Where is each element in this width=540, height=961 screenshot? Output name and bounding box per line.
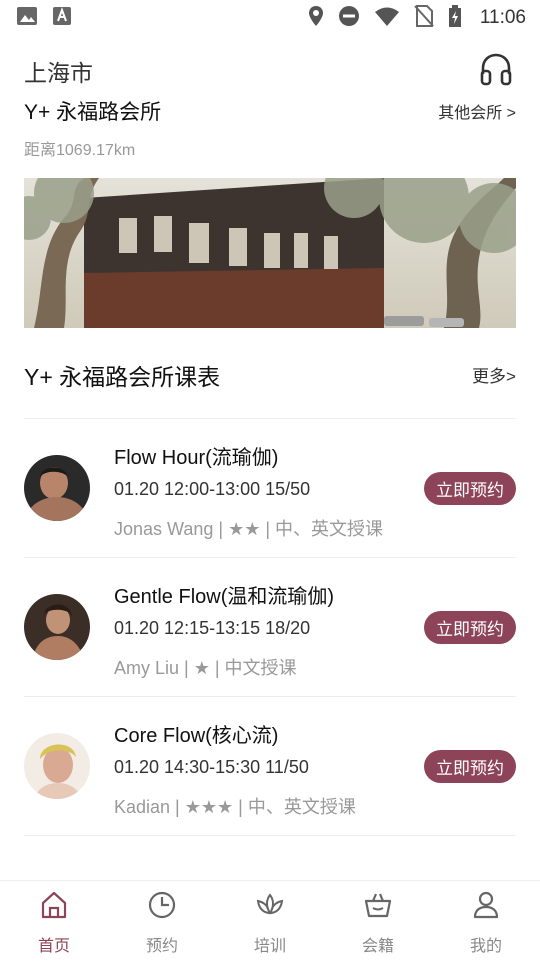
book-now-button[interactable]: 立即预约 (424, 611, 516, 644)
clock-icon (146, 889, 178, 926)
class-row[interactable]: Flow Hour(流瑜伽) 01.20 12:00-13:00 15/50 J… (24, 419, 516, 557)
basket-icon (362, 889, 394, 926)
class-time: 01.20 12:15-13:15 18/20 (114, 618, 311, 638)
tab-membership[interactable]: 会籍 (324, 881, 432, 961)
tab-label: 预约 (145, 938, 178, 955)
club-name: Y+ 永福路会所 (24, 101, 162, 124)
status-time: 11:06 (479, 7, 526, 28)
tab-booking[interactable]: 预约 (108, 881, 216, 961)
more-link[interactable]: 更多> (472, 362, 516, 387)
city-selector[interactable]: 上海市 (24, 54, 93, 88)
bottom-tab-bar: 首页 预约 培训 会籍 我的 (0, 880, 540, 961)
class-title: Core Flow(核心流) (114, 725, 279, 747)
tab-label: 首页 (37, 938, 70, 955)
tab-label: 培训 (253, 938, 286, 955)
image-icon (16, 6, 38, 31)
class-teacher: Kadian | ★★★ | 中、英文授课 (114, 797, 356, 817)
battery-icon (448, 4, 462, 32)
club-banner-image (24, 178, 516, 328)
divider (24, 835, 516, 836)
distance-text: 距离1069.17km (24, 142, 136, 159)
no-sim-icon (414, 4, 434, 32)
class-title: Flow Hour(流瑜伽) (114, 447, 279, 469)
class-title: Gentle Flow(温和流瑜伽) (114, 586, 335, 608)
tab-mine[interactable]: 我的 (432, 881, 540, 961)
book-now-button[interactable]: 立即预约 (424, 472, 516, 505)
wifi-icon (374, 6, 400, 31)
dnd-icon (338, 5, 360, 32)
a-icon (52, 6, 72, 31)
instructor-avatar (24, 594, 90, 660)
class-time: 01.20 14:30-15:30 11/50 (114, 757, 309, 777)
lotus-icon (254, 889, 286, 926)
instructor-avatar (24, 455, 90, 521)
book-now-button[interactable]: 立即预约 (424, 750, 516, 783)
instructor-avatar (24, 733, 90, 799)
tab-label: 会籍 (361, 938, 394, 955)
other-clubs-link[interactable]: 其他会所 > (438, 99, 516, 123)
class-teacher: Amy Liu | ★ | 中文授课 (114, 658, 297, 678)
class-time: 01.20 12:00-13:00 15/50 (114, 479, 311, 499)
tab-home[interactable]: 首页 (0, 881, 108, 961)
location-icon (308, 5, 324, 32)
tab-training[interactable]: 培训 (216, 881, 324, 961)
class-teacher: Jonas Wang | ★★ | 中、英文授课 (114, 519, 384, 539)
class-row[interactable]: Gentle Flow(温和流瑜伽) 01.20 12:15-13:15 18/… (24, 558, 516, 696)
class-row[interactable]: Core Flow(核心流) 01.20 14:30-15:30 11/50 K… (24, 697, 516, 835)
person-icon (470, 889, 502, 926)
schedule-title: Y+ 永福路会所课表 (24, 364, 221, 390)
headset-icon[interactable] (478, 52, 514, 86)
tab-label: 我的 (469, 938, 502, 955)
home-icon (38, 889, 70, 926)
status-bar: 11:06 (0, 0, 540, 36)
